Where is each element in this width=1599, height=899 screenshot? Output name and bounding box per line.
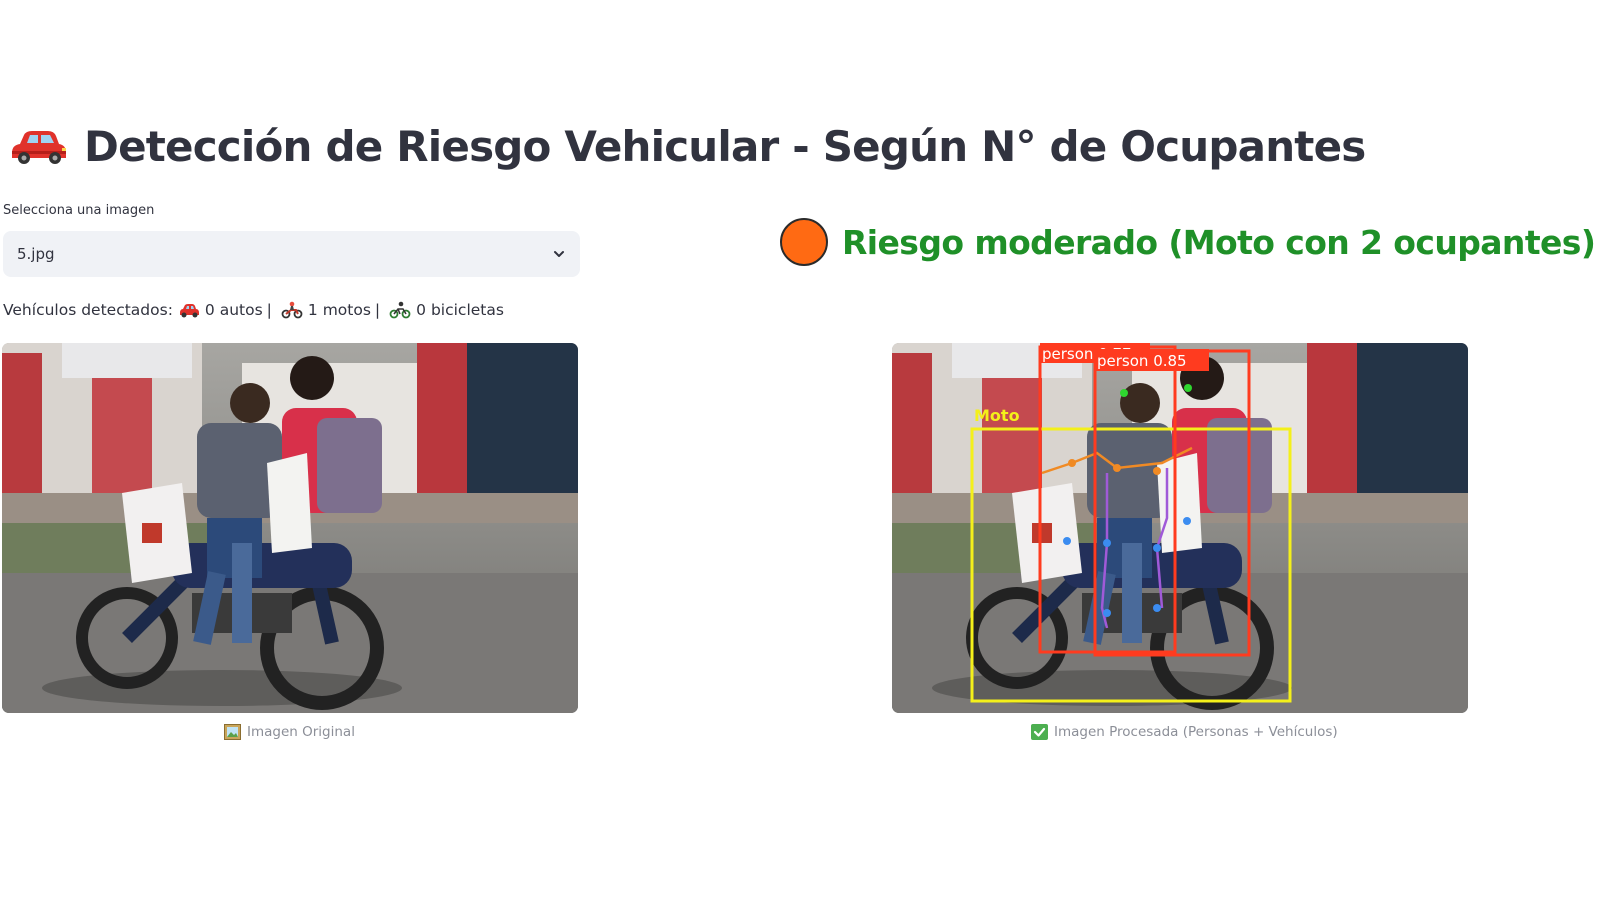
original-image — [2, 343, 578, 713]
moto-box-label: Moto — [974, 406, 1020, 425]
car-icon — [179, 304, 199, 318]
vehicles-prefix: Vehículos detectados: — [3, 301, 173, 319]
risk-indicator: Riesgo moderado (Moto con 2 ocupantes) — [780, 218, 1596, 266]
image-select[interactable]: 5.jpg — [3, 231, 580, 277]
person-label-2: person 0.85 — [1097, 352, 1187, 370]
motos-count: 1 motos — [307, 301, 371, 319]
processed-caption-text: Imagen Procesada (Personas + Vehículos) — [1054, 724, 1338, 740]
separator: | — [266, 301, 272, 319]
processed-image: Moto person 0.77 person 0.85 — [892, 343, 1468, 713]
vehicle-counts: Vehículos detectados: 0 autos | 1 motos … — [3, 301, 504, 319]
separator: | — [374, 301, 381, 319]
orange-circle-icon — [780, 218, 828, 266]
original-image-caption: Imagen Original — [224, 724, 355, 740]
original-caption-text: Imagen Original — [247, 724, 355, 740]
select-label: Selecciona una imagen — [3, 203, 155, 218]
processed-image-caption: Imagen Procesada (Personas + Vehículos) — [1031, 724, 1338, 740]
risk-text: Riesgo moderado (Moto con 2 ocupantes) — [842, 222, 1596, 262]
check-mark-button-icon — [1031, 724, 1048, 740]
select-value: 5.jpg — [17, 245, 55, 263]
cars-count: 0 autos — [204, 301, 263, 319]
chevron-down-icon — [554, 251, 564, 257]
red-car-icon — [12, 130, 66, 164]
bicycle-rider-icon — [389, 301, 411, 319]
page-header: Detección de Riesgo Vehicular - Según N°… — [8, 122, 1366, 171]
framed-picture-icon — [224, 724, 241, 740]
bikes-count: 0 bicicletas — [416, 301, 504, 319]
motorcycle-rider-icon — [281, 301, 303, 319]
page-title: Detección de Riesgo Vehicular - Según N°… — [84, 122, 1366, 171]
